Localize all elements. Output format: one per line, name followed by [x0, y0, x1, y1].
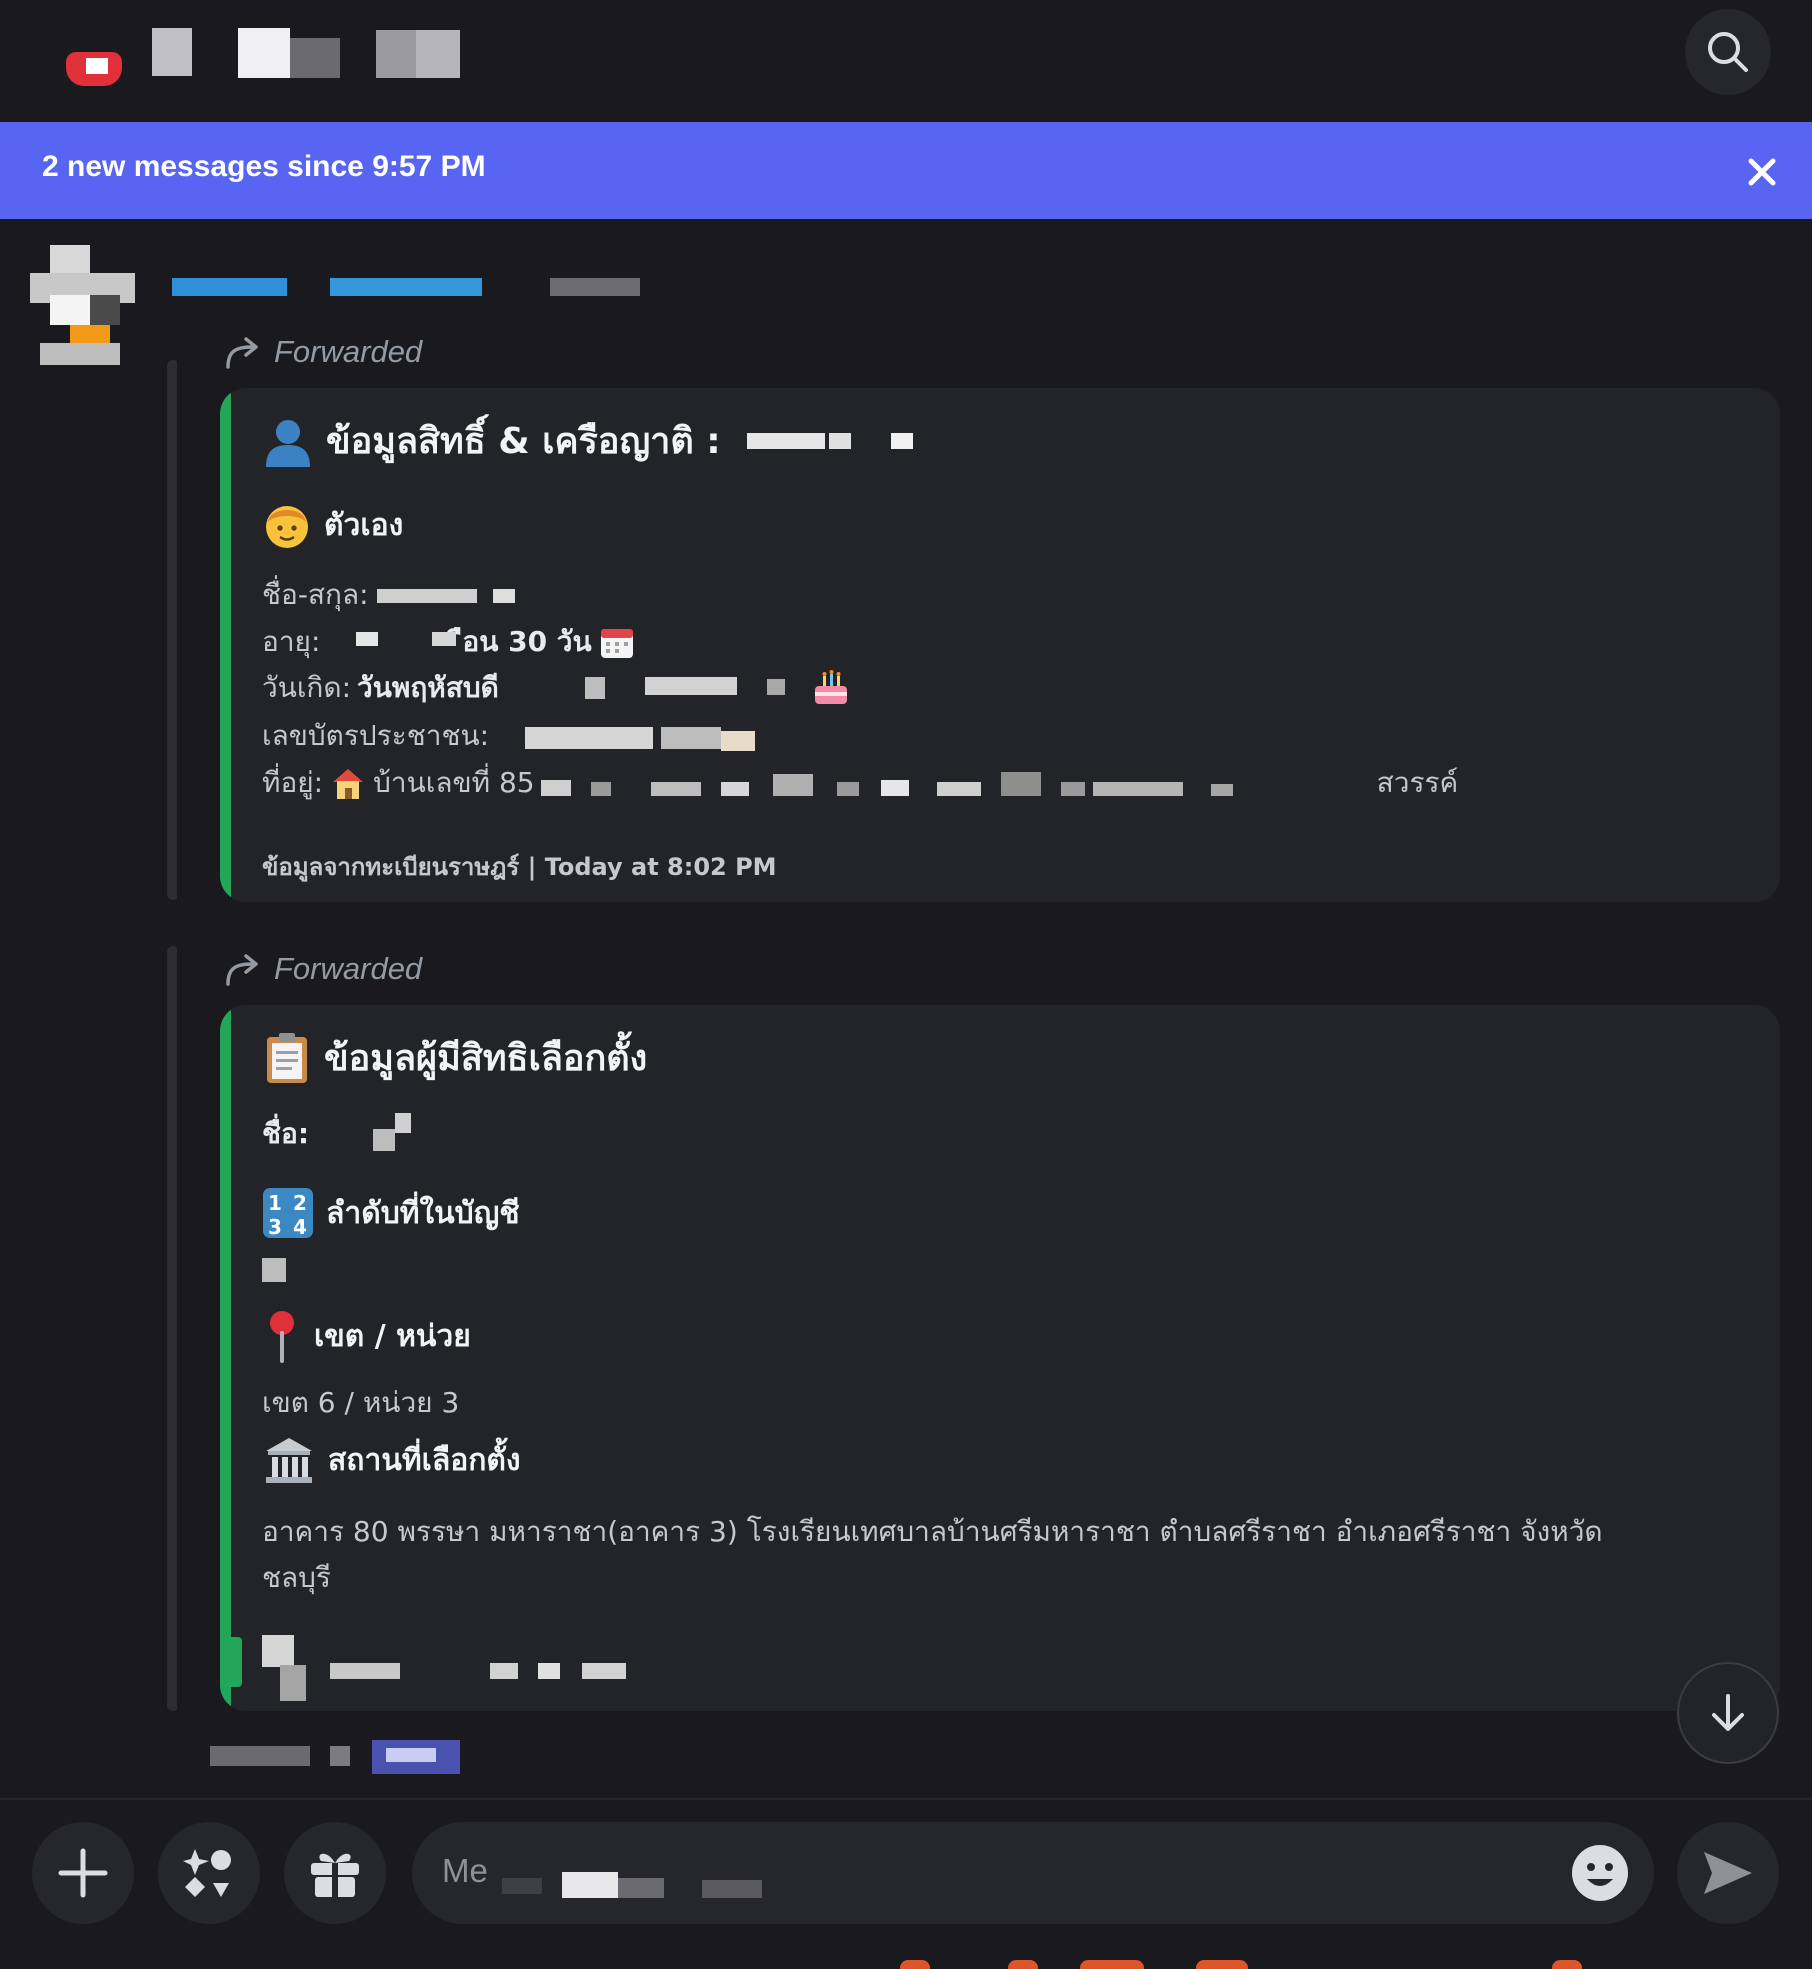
- voter-name-field: ชื่อ:: [262, 1109, 415, 1159]
- emoji-button[interactable]: [1570, 1843, 1630, 1903]
- top-bar: [0, 0, 1812, 122]
- age-redacted: [326, 632, 457, 652]
- title-redacted: [733, 431, 913, 451]
- pixel-block: [376, 30, 416, 78]
- pixel-block: [290, 38, 340, 78]
- embed-accent-blur: [220, 1637, 242, 1687]
- calendar-icon: [598, 623, 636, 661]
- id-redacted: [495, 721, 756, 751]
- gift-button[interactable]: [284, 1822, 386, 1924]
- pin-icon: [262, 1309, 302, 1363]
- pixel-block: [86, 58, 108, 74]
- forwarded-text: Forwarded: [274, 334, 423, 369]
- forward-arrow-icon: [226, 954, 258, 986]
- address-redacted: [540, 768, 1371, 798]
- place-section: สถานที่เลือกตั้ง: [262, 1435, 521, 1485]
- name-redacted: [375, 585, 545, 605]
- new-messages-banner[interactable]: 2 new messages since 9:57 PM: [0, 122, 1812, 219]
- cake-icon: [811, 668, 851, 708]
- placeholder-blur: [502, 1872, 822, 1902]
- search-icon: [1708, 32, 1748, 72]
- dock-indicator: [1552, 1960, 1582, 1969]
- svg-text:3: 3: [268, 1215, 282, 1239]
- age-field: อายุ: ือน 30 วัน: [262, 620, 636, 664]
- reply-preview-blur: [210, 1740, 460, 1774]
- footer-text-blur: [330, 1663, 650, 1683]
- emoji-icon: [1572, 1845, 1628, 1901]
- apps-icon: [183, 1849, 231, 1897]
- place-value-line1: อาคาร 80 พรรษา มหาราชา(อาคาร 3) โรงเรียน…: [262, 1515, 1603, 1548]
- forwarded-label: Forwarded: [224, 951, 422, 987]
- thread-line: [167, 946, 179, 1711]
- embed-title: ข้อมูลสิทธิ์ & เครือญาติ :: [262, 412, 913, 469]
- footer-avatar-blur: [262, 1635, 306, 1705]
- place-value-line2: ชลบุรี: [262, 1561, 331, 1594]
- plus-icon: [58, 1848, 108, 1898]
- id-field: เลขบัตรประชาชน:: [262, 714, 756, 758]
- house-icon: [329, 764, 367, 802]
- pixel-block: [238, 28, 290, 78]
- embed-title: ข้อมูลผู้มีสิทธิเลือกตั้ง: [262, 1029, 647, 1086]
- svg-text:4: 4: [293, 1215, 307, 1239]
- svg-text:2: 2: [293, 1191, 307, 1215]
- embed-registry: ข้อมูลสิทธิ์ & เครือญาติ : ตัวเอง ชื่อ-ส…: [220, 388, 1780, 902]
- order-value-redacted: [262, 1258, 286, 1282]
- numbers-icon: 1234: [262, 1187, 314, 1239]
- embed-footer: ข้อมูลจากทะเบียนราษฎร์ | Today at 8:02 P…: [262, 853, 777, 881]
- message-placeholder: Me: [442, 1852, 488, 1889]
- forwarded-text: Forwarded: [274, 951, 423, 986]
- author-name-blurred[interactable]: [172, 270, 672, 300]
- dock-indicator: [1196, 1960, 1248, 1969]
- clipboard-icon: [262, 1031, 312, 1085]
- zone-value: เขต 6 / หน่วย 3: [262, 1386, 460, 1419]
- pixel-block: [416, 30, 460, 78]
- arrow-down-icon: [1712, 1694, 1744, 1731]
- forward-arrow-icon: [226, 337, 258, 369]
- dock-indicator: [1080, 1960, 1144, 1969]
- address-field: ที่อยู่: บ้านเลขที่ 85 สวรรค์: [262, 761, 1458, 805]
- banner-close-button[interactable]: [1742, 152, 1782, 192]
- embed-voter: ข้อมูลผู้มีสิทธิเลือกตั้ง ชื่อ: 1234 ลำด…: [220, 1005, 1780, 1711]
- apps-button[interactable]: [158, 1822, 260, 1924]
- pixel-block: [152, 28, 192, 76]
- face-icon: [262, 500, 312, 550]
- message-input[interactable]: Me: [412, 1822, 1654, 1924]
- building-icon: [262, 1435, 316, 1485]
- dock-indicator: [900, 1960, 930, 1969]
- zone-section: เขต / หน่วย: [262, 1309, 471, 1363]
- name-field: ชื่อ-สกุล:: [262, 573, 545, 617]
- order-section: 1234 ลำดับที่ในบัญชี: [262, 1187, 520, 1239]
- thread-line: [167, 360, 179, 900]
- channel-header-blurred[interactable]: [66, 20, 516, 106]
- send-button[interactable]: [1677, 1822, 1779, 1924]
- section-self: ตัวเอง: [262, 500, 403, 550]
- send-icon: [1704, 1852, 1752, 1894]
- gift-icon: [311, 1853, 359, 1897]
- birth-redacted: [505, 673, 805, 703]
- add-attachment-button[interactable]: [32, 1822, 134, 1924]
- voter-name-redacted: [315, 1109, 415, 1159]
- person-icon: [262, 415, 314, 467]
- avatar[interactable]: [30, 245, 135, 365]
- birth-field: วันเกิด: วันพฤหัสบดี: [262, 666, 851, 710]
- search-button[interactable]: [1685, 9, 1771, 95]
- new-messages-text: 2 new messages since 9:57 PM: [42, 150, 486, 183]
- forwarded-label: Forwarded: [224, 334, 422, 370]
- svg-text:1: 1: [268, 1191, 282, 1215]
- close-icon: [1748, 158, 1776, 186]
- dock-indicator: [1008, 1960, 1038, 1969]
- jump-to-bottom-button[interactable]: [1677, 1662, 1779, 1764]
